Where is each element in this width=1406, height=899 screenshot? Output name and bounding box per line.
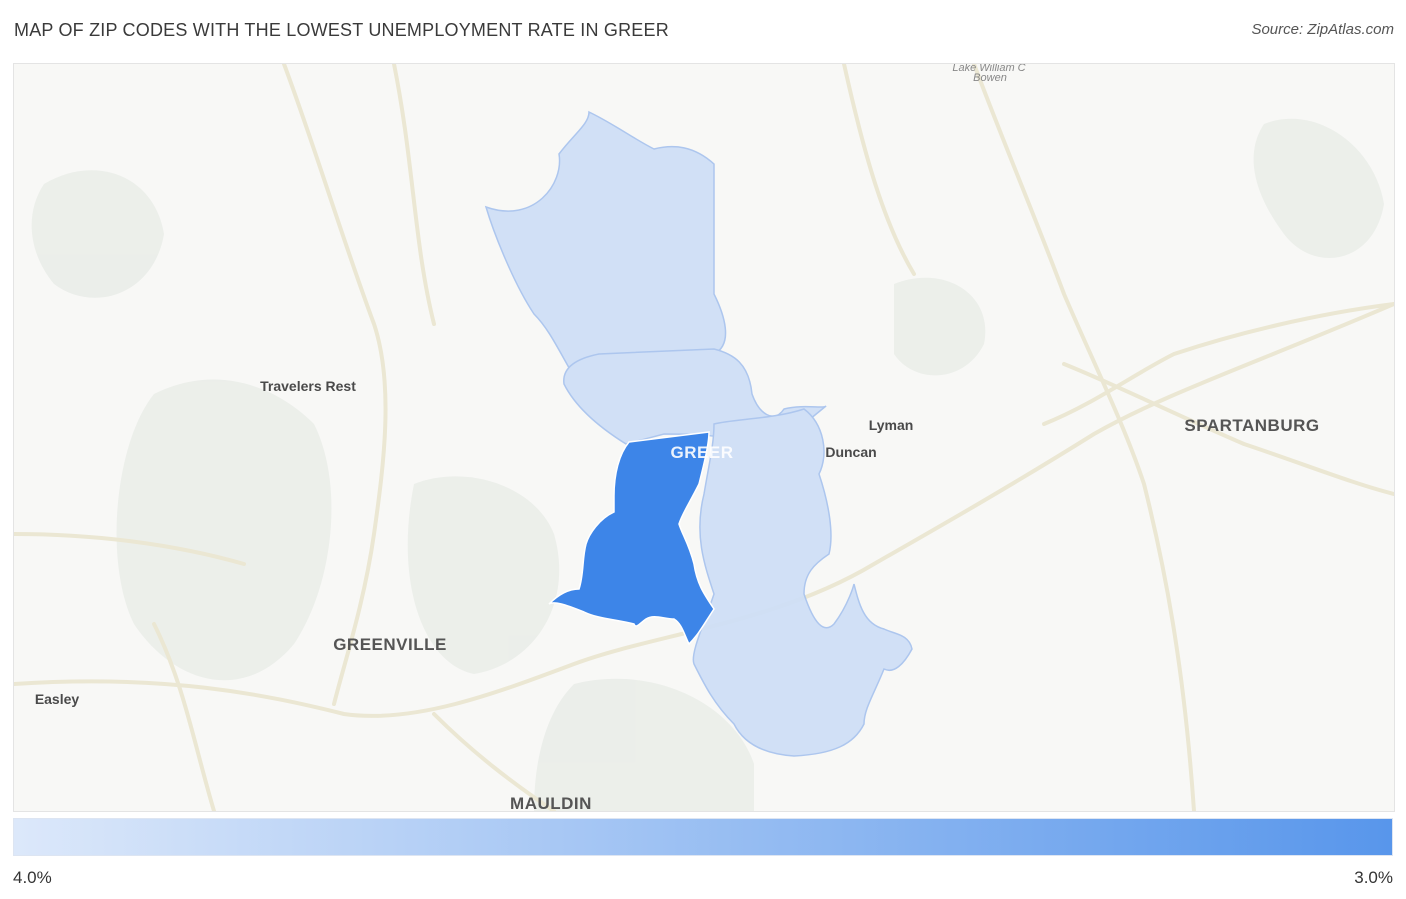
map-title: MAP OF ZIP CODES WITH THE LOWEST UNEMPLO… bbox=[14, 20, 669, 40]
legend-min-label: 4.0% bbox=[13, 868, 52, 887]
travelers-rest-label: Travelers Rest bbox=[260, 378, 356, 394]
map-area[interactable]: Lake William C Bowen Travelers Rest GREE… bbox=[13, 63, 1395, 812]
map-canvas bbox=[14, 64, 1394, 811]
lyman-label: Lyman bbox=[868, 417, 914, 433]
greer-label: GREER bbox=[670, 443, 734, 462]
source-credit: Source: ZipAtlas.com bbox=[1251, 21, 1394, 38]
spartanburg-label: SPARTANBURG bbox=[1184, 416, 1320, 435]
duncan-label: Duncan bbox=[825, 444, 877, 460]
legend-max-label: 3.0% bbox=[1354, 868, 1393, 887]
easley-label: Easley bbox=[34, 691, 80, 707]
legend-gradient-bar bbox=[13, 818, 1393, 856]
bowen-label: Bowen bbox=[973, 72, 1007, 84]
greenville-label: GREENVILLE bbox=[333, 635, 447, 654]
mauldin-label: MAULDIN bbox=[510, 794, 592, 812]
zip-region-highlight bbox=[548, 431, 715, 646]
